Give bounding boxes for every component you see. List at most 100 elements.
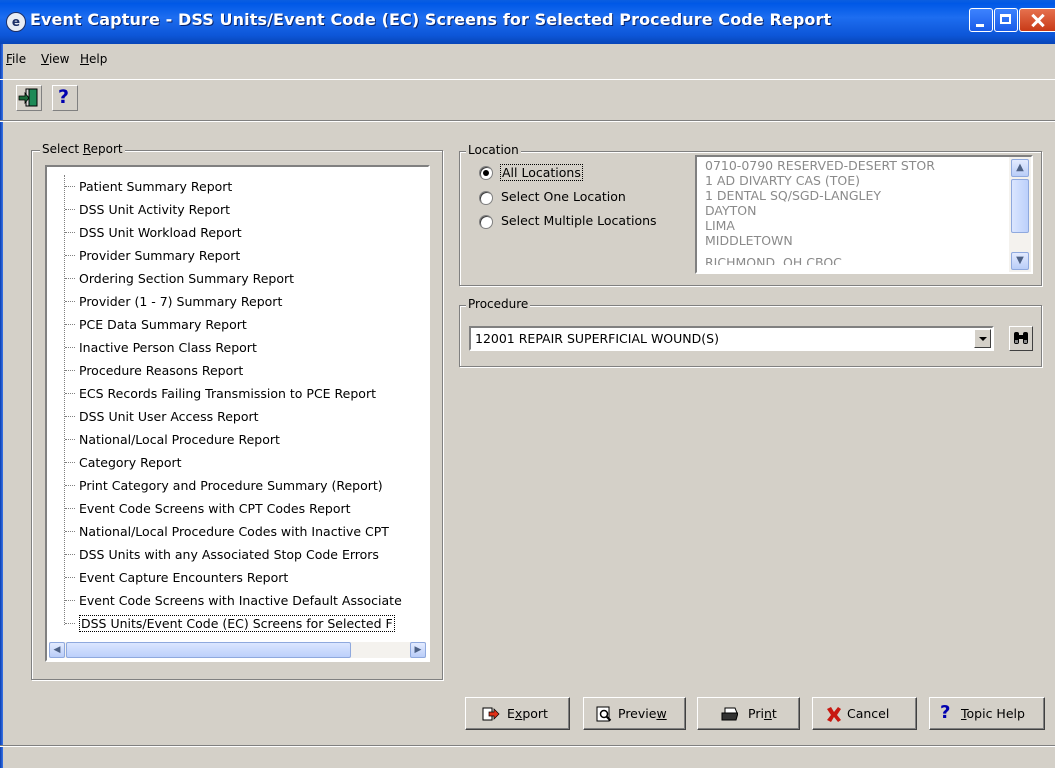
chevron-down-icon[interactable] bbox=[974, 329, 991, 348]
report-item[interactable]: Event Code Screens with CPT Codes Report bbox=[47, 497, 402, 520]
exit-button[interactable] bbox=[16, 85, 42, 111]
topic-help-button[interactable]: ? Topic Help bbox=[929, 697, 1045, 730]
location-item[interactable]: RICHMOND, OH CBOC bbox=[705, 254, 842, 265]
report-item[interactable]: Patient Summary Report bbox=[47, 175, 402, 198]
scroll-left-button[interactable]: ◀ bbox=[49, 642, 65, 658]
preview-button[interactable]: Preview bbox=[583, 697, 686, 730]
report-item-label: Procedure Reasons Report bbox=[79, 363, 244, 378]
report-item[interactable]: Procedure Reasons Report bbox=[47, 359, 402, 382]
report-item-label: Print Category and Procedure Summary (Re… bbox=[79, 478, 383, 493]
scroll-thumb[interactable] bbox=[1011, 179, 1029, 233]
report-item[interactable]: DSS Unit Activity Report bbox=[47, 198, 402, 221]
report-item[interactable]: DSS Unit Workload Report bbox=[47, 221, 402, 244]
radio-select-one-location[interactable] bbox=[479, 191, 493, 205]
location-item[interactable]: MIDDLETOWN bbox=[705, 233, 793, 248]
cancel-label: Cancel bbox=[847, 706, 890, 721]
topic-help-label: Topic Help bbox=[961, 706, 1025, 721]
menu-bar: File View Help bbox=[0, 46, 1055, 72]
help-question-icon: ? bbox=[58, 86, 70, 108]
label-select-one-location[interactable]: Select One Location bbox=[501, 189, 626, 204]
report-item[interactable]: Inactive Person Class Report bbox=[47, 336, 402, 359]
minimize-button[interactable] bbox=[969, 8, 993, 32]
menu-help[interactable]: Help bbox=[80, 52, 107, 66]
vertical-scrollbar[interactable]: ▲ ▼ bbox=[1009, 157, 1031, 272]
print-button[interactable]: Print bbox=[697, 697, 800, 730]
cancel-button[interactable]: Cancel bbox=[812, 697, 917, 730]
report-item-label: Event Code Screens with Inactive Default… bbox=[79, 593, 402, 608]
report-item-label: DSS Unit Activity Report bbox=[79, 202, 231, 217]
report-item[interactable]: Category Report bbox=[47, 451, 402, 474]
radio-all-locations[interactable] bbox=[479, 166, 493, 180]
report-item-label: Category Report bbox=[79, 455, 182, 470]
menu-view-rest: iew bbox=[48, 52, 70, 66]
close-button[interactable] bbox=[1019, 8, 1055, 32]
label-select-multiple-locations[interactable]: Select Multiple Locations bbox=[501, 213, 657, 228]
scroll-down-button[interactable]: ▼ bbox=[1011, 252, 1029, 270]
export-icon bbox=[482, 707, 500, 721]
help-button[interactable]: ? bbox=[52, 85, 78, 111]
location-item[interactable]: 1 AD DIVARTY CAS (TOE) bbox=[705, 173, 860, 188]
binoculars-icon bbox=[1014, 332, 1028, 344]
label-all-locations[interactable]: All Locations bbox=[500, 164, 583, 181]
report-item[interactable]: ECS Records Failing Transmission to PCE … bbox=[47, 382, 402, 405]
report-item-label: ECS Records Failing Transmission to PCE … bbox=[79, 386, 376, 401]
location-item[interactable]: LIMA bbox=[705, 218, 735, 233]
location-item[interactable]: DAYTON bbox=[705, 203, 756, 218]
report-item-label: DSS Unit User Access Report bbox=[79, 409, 259, 424]
scroll-up-button[interactable]: ▲ bbox=[1011, 159, 1029, 177]
exit-door-icon bbox=[18, 88, 38, 107]
procedure-combobox[interactable]: 12001 REPAIR SUPERFICIAL WOUND(S) bbox=[469, 326, 994, 351]
title-bar[interactable]: e Event Capture - DSS Units/Event Code (… bbox=[0, 0, 1055, 44]
procedure-value: 12001 REPAIR SUPERFICIAL WOUND(S) bbox=[475, 331, 719, 346]
select-report-legend: Select Report bbox=[40, 142, 125, 156]
menu-file-rest: ile bbox=[12, 52, 27, 66]
toolbar-bottom-line bbox=[0, 120, 1055, 122]
export-label: Export bbox=[507, 706, 548, 721]
report-item[interactable]: National/Local Procedure Codes with Inac… bbox=[47, 520, 402, 543]
report-item[interactable]: Ordering Section Summary Report bbox=[47, 267, 402, 290]
report-item[interactable]: DSS Units/Event Code (EC) Screens for Se… bbox=[47, 612, 402, 635]
binoculars-search-button[interactable] bbox=[1009, 326, 1033, 351]
report-tree[interactable]: Patient Summary Report DSS Unit Activity … bbox=[45, 165, 430, 662]
radio-select-multiple-locations[interactable] bbox=[479, 215, 493, 229]
app-icon: e bbox=[6, 12, 26, 32]
scroll-right-button[interactable]: ▶ bbox=[410, 642, 426, 658]
export-button[interactable]: Export bbox=[465, 697, 570, 730]
maximize-button[interactable] bbox=[994, 8, 1018, 32]
help-question-icon: ? bbox=[940, 702, 951, 723]
report-item[interactable]: Provider Summary Report bbox=[47, 244, 402, 267]
menu-help-rest: elp bbox=[89, 52, 108, 66]
window-left-border bbox=[0, 0, 3, 768]
preview-label: Preview bbox=[618, 706, 667, 721]
report-item-label: PCE Data Summary Report bbox=[79, 317, 247, 332]
report-item[interactable]: DSS Units with any Associated Stop Code … bbox=[47, 543, 402, 566]
menu-file[interactable]: File bbox=[6, 52, 26, 66]
printer-icon bbox=[721, 707, 738, 721]
report-item-label: Event Code Screens with CPT Codes Report bbox=[79, 501, 351, 516]
menu-view[interactable]: View bbox=[41, 52, 69, 66]
location-item[interactable]: 0710-0790 RESERVED-DESERT STOR bbox=[705, 158, 935, 173]
report-item[interactable]: Event Code Screens with Inactive Default… bbox=[47, 589, 402, 612]
report-item-label: National/Local Procedure Report bbox=[79, 432, 280, 447]
report-item[interactable]: Event Capture Encounters Report bbox=[47, 566, 402, 589]
location-item[interactable]: 1 DENTAL SQ/SGD-LANGLEY bbox=[705, 188, 881, 203]
report-item-label: Event Capture Encounters Report bbox=[79, 570, 289, 585]
location-legend: Location bbox=[466, 143, 521, 157]
location-listbox[interactable]: 0710-0790 RESERVED-DESERT STOR 1 AD DIVA… bbox=[695, 155, 1033, 274]
procedure-legend: Procedure bbox=[466, 297, 531, 311]
report-item-label: Provider Summary Report bbox=[79, 248, 241, 263]
preview-icon bbox=[596, 706, 612, 722]
report-item-label: DSS Unit Workload Report bbox=[79, 225, 242, 240]
window-title: Event Capture - DSS Units/Event Code (EC… bbox=[30, 10, 832, 29]
horizontal-scrollbar[interactable]: ◀ ▶ bbox=[49, 642, 426, 658]
report-item-label: Patient Summary Report bbox=[79, 179, 233, 194]
cancel-x-icon bbox=[827, 707, 841, 722]
report-item[interactable]: Provider (1 - 7) Summary Report bbox=[47, 290, 402, 313]
report-item[interactable]: DSS Unit User Access Report bbox=[47, 405, 402, 428]
report-item[interactable]: National/Local Procedure Report bbox=[47, 428, 402, 451]
report-item[interactable]: PCE Data Summary Report bbox=[47, 313, 402, 336]
report-item-label: Provider (1 - 7) Summary Report bbox=[79, 294, 283, 309]
scroll-thumb[interactable] bbox=[66, 642, 351, 658]
report-item[interactable]: Print Category and Procedure Summary (Re… bbox=[47, 474, 402, 497]
toolbar-separator bbox=[0, 79, 1055, 80]
